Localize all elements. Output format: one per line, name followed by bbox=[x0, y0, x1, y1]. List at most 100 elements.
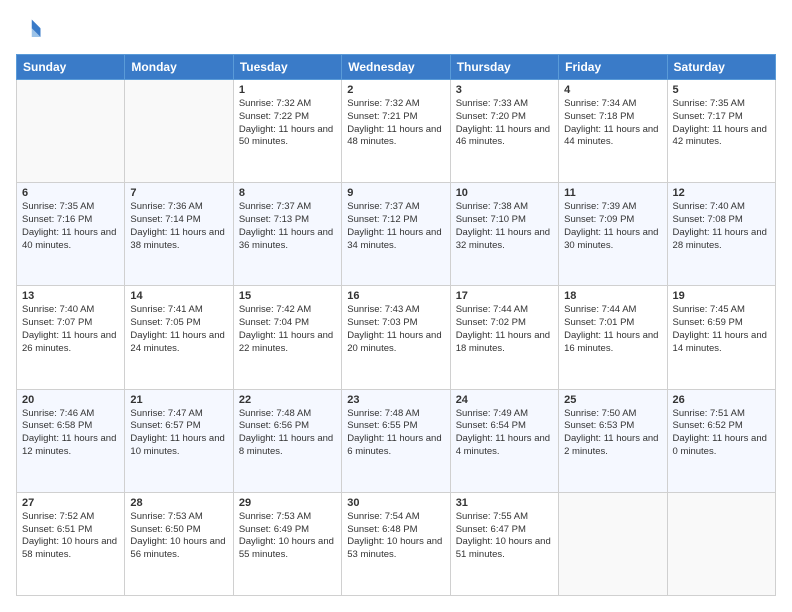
day-info: Sunrise: 7:50 AM Sunset: 6:53 PM Dayligh… bbox=[564, 408, 661, 459]
weekday-header-friday: Friday bbox=[559, 55, 667, 80]
calendar-cell bbox=[667, 492, 775, 595]
header bbox=[16, 16, 776, 44]
day-number: 1 bbox=[239, 84, 336, 96]
calendar-week-4: 20 Sunrise: 7:46 AM Sunset: 6:58 PM Dayli… bbox=[17, 389, 776, 492]
calendar-cell: 26Sunrise: 7:51 AM Sunset: 6:52 PM Dayli… bbox=[667, 389, 775, 492]
calendar-week-5: 27 Sunrise: 7:52 AM Sunset: 6:51 PM Dayli… bbox=[17, 492, 776, 595]
day-number: 8 bbox=[239, 187, 336, 199]
logo-icon bbox=[16, 16, 44, 44]
calendar-cell: 17 Sunrise: 7:44 AM Sunset: 7:02 PM Dayli… bbox=[450, 286, 558, 389]
weekday-header-monday: Monday bbox=[125, 55, 233, 80]
calendar-cell: 4 Sunrise: 7:34 AM Sunset: 7:18 PM Daylig… bbox=[559, 80, 667, 183]
day-info: Sunrise: 7:41 AM Sunset: 7:05 PM Dayligh… bbox=[130, 304, 227, 355]
calendar-cell bbox=[559, 492, 667, 595]
day-info: Sunrise: 7:44 AM Sunset: 7:02 PM Dayligh… bbox=[456, 304, 553, 355]
calendar-cell: 19 Sunrise: 7:45 AM Sunset: 6:59 PM Dayli… bbox=[667, 286, 775, 389]
day-number: 20 bbox=[22, 394, 119, 406]
calendar-page: SundayMondayTuesdayWednesdayThursdayFrid… bbox=[0, 0, 792, 612]
calendar-cell: 12 Sunrise: 7:40 AM Sunset: 7:08 PM Dayli… bbox=[667, 183, 775, 286]
calendar-cell: 25Sunrise: 7:50 AM Sunset: 6:53 PM Dayli… bbox=[559, 389, 667, 492]
calendar-cell: 27 Sunrise: 7:52 AM Sunset: 6:51 PM Dayli… bbox=[17, 492, 125, 595]
calendar-cell: 6 Sunrise: 7:35 AM Sunset: 7:16 PM Daylig… bbox=[17, 183, 125, 286]
day-info: Sunrise: 7:37 AM Sunset: 7:13 PM Dayligh… bbox=[239, 201, 336, 252]
day-number: 3 bbox=[456, 84, 553, 96]
weekday-header-saturday: Saturday bbox=[667, 55, 775, 80]
day-info: Sunrise: 7:46 AM Sunset: 6:58 PM Dayligh… bbox=[22, 408, 119, 459]
day-number: 28 bbox=[130, 497, 227, 509]
calendar-cell: 11Sunrise: 7:39 AM Sunset: 7:09 PM Dayli… bbox=[559, 183, 667, 286]
day-number: 4 bbox=[564, 84, 661, 96]
calendar-week-1: 1 Sunrise: 7:32 AM Sunset: 7:22 PM Daylig… bbox=[17, 80, 776, 183]
calendar-cell: 24 Sunrise: 7:49 AM Sunset: 6:54 PM Dayli… bbox=[450, 389, 558, 492]
calendar-table: SundayMondayTuesdayWednesdayThursdayFrid… bbox=[16, 54, 776, 596]
day-number: 10 bbox=[456, 187, 553, 199]
calendar-cell bbox=[17, 80, 125, 183]
day-number: 22 bbox=[239, 394, 336, 406]
day-info: Sunrise: 7:35 AM Sunset: 7:16 PM Dayligh… bbox=[22, 201, 119, 252]
day-info: Sunrise: 7:47 AM Sunset: 6:57 PM Dayligh… bbox=[130, 408, 227, 459]
day-number: 5 bbox=[673, 84, 770, 96]
calendar-cell: 20 Sunrise: 7:46 AM Sunset: 6:58 PM Dayli… bbox=[17, 389, 125, 492]
day-info: Sunrise: 7:32 AM Sunset: 7:22 PM Dayligh… bbox=[239, 98, 336, 149]
day-number: 23 bbox=[347, 394, 444, 406]
day-number: 2 bbox=[347, 84, 444, 96]
day-number: 26 bbox=[673, 394, 770, 406]
day-info: Sunrise: 7:52 AM Sunset: 6:51 PM Dayligh… bbox=[22, 511, 119, 562]
day-info: Sunrise: 7:34 AM Sunset: 7:18 PM Dayligh… bbox=[564, 98, 661, 149]
day-info: Sunrise: 7:42 AM Sunset: 7:04 PM Dayligh… bbox=[239, 304, 336, 355]
day-number: 19 bbox=[673, 290, 770, 302]
day-number: 18 bbox=[564, 290, 661, 302]
calendar-cell: 7Sunrise: 7:36 AM Sunset: 7:14 PM Daylig… bbox=[125, 183, 233, 286]
day-number: 14 bbox=[130, 290, 227, 302]
day-number: 21 bbox=[130, 394, 227, 406]
weekday-header-thursday: Thursday bbox=[450, 55, 558, 80]
day-info: Sunrise: 7:32 AM Sunset: 7:21 PM Dayligh… bbox=[347, 98, 444, 149]
calendar-cell: 1 Sunrise: 7:32 AM Sunset: 7:22 PM Daylig… bbox=[233, 80, 341, 183]
day-number: 24 bbox=[456, 394, 553, 406]
calendar-cell: 14 Sunrise: 7:41 AM Sunset: 7:05 PM Dayli… bbox=[125, 286, 233, 389]
day-info: Sunrise: 7:38 AM Sunset: 7:10 PM Dayligh… bbox=[456, 201, 553, 252]
day-number: 6 bbox=[22, 187, 119, 199]
day-info: Sunrise: 7:55 AM Sunset: 6:47 PM Dayligh… bbox=[456, 511, 553, 562]
day-number: 17 bbox=[456, 290, 553, 302]
calendar-cell: 9 Sunrise: 7:37 AM Sunset: 7:12 PM Daylig… bbox=[342, 183, 450, 286]
calendar-cell: 10 Sunrise: 7:38 AM Sunset: 7:10 PM Dayli… bbox=[450, 183, 558, 286]
day-info: Sunrise: 7:49 AM Sunset: 6:54 PM Dayligh… bbox=[456, 408, 553, 459]
calendar-cell: 8 Sunrise: 7:37 AM Sunset: 7:13 PM Daylig… bbox=[233, 183, 341, 286]
day-info: Sunrise: 7:37 AM Sunset: 7:12 PM Dayligh… bbox=[347, 201, 444, 252]
weekday-header-tuesday: Tuesday bbox=[233, 55, 341, 80]
day-info: Sunrise: 7:44 AM Sunset: 7:01 PM Dayligh… bbox=[564, 304, 661, 355]
day-info: Sunrise: 7:40 AM Sunset: 7:08 PM Dayligh… bbox=[673, 201, 770, 252]
calendar-cell: 22 Sunrise: 7:48 AM Sunset: 6:56 PM Dayli… bbox=[233, 389, 341, 492]
calendar-cell: 29 Sunrise: 7:53 AM Sunset: 6:49 PM Dayli… bbox=[233, 492, 341, 595]
day-info: Sunrise: 7:48 AM Sunset: 6:55 PM Dayligh… bbox=[347, 408, 444, 459]
day-number: 12 bbox=[673, 187, 770, 199]
calendar-cell: 2 Sunrise: 7:32 AM Sunset: 7:21 PM Daylig… bbox=[342, 80, 450, 183]
day-number: 30 bbox=[347, 497, 444, 509]
day-info: Sunrise: 7:45 AM Sunset: 6:59 PM Dayligh… bbox=[673, 304, 770, 355]
calendar-week-2: 6 Sunrise: 7:35 AM Sunset: 7:16 PM Daylig… bbox=[17, 183, 776, 286]
calendar-cell: 3Sunrise: 7:33 AM Sunset: 7:20 PM Daylig… bbox=[450, 80, 558, 183]
calendar-cell: 13Sunrise: 7:40 AM Sunset: 7:07 PM Dayli… bbox=[17, 286, 125, 389]
day-number: 13 bbox=[22, 290, 119, 302]
calendar-cell: 21 Sunrise: 7:47 AM Sunset: 6:57 PM Dayli… bbox=[125, 389, 233, 492]
day-info: Sunrise: 7:39 AM Sunset: 7:09 PM Dayligh… bbox=[564, 201, 661, 252]
calendar-cell: 23 Sunrise: 7:48 AM Sunset: 6:55 PM Dayli… bbox=[342, 389, 450, 492]
day-number: 7 bbox=[130, 187, 227, 199]
calendar-cell: 31Sunrise: 7:55 AM Sunset: 6:47 PM Dayli… bbox=[450, 492, 558, 595]
day-number: 27 bbox=[22, 497, 119, 509]
weekday-header-sunday: Sunday bbox=[17, 55, 125, 80]
day-info: Sunrise: 7:43 AM Sunset: 7:03 PM Dayligh… bbox=[347, 304, 444, 355]
day-number: 29 bbox=[239, 497, 336, 509]
logo bbox=[16, 16, 48, 44]
calendar-cell: 15Sunrise: 7:42 AM Sunset: 7:04 PM Dayli… bbox=[233, 286, 341, 389]
day-info: Sunrise: 7:48 AM Sunset: 6:56 PM Dayligh… bbox=[239, 408, 336, 459]
weekday-header-row: SundayMondayTuesdayWednesdayThursdayFrid… bbox=[17, 55, 776, 80]
calendar-week-3: 13Sunrise: 7:40 AM Sunset: 7:07 PM Dayli… bbox=[17, 286, 776, 389]
calendar-cell bbox=[125, 80, 233, 183]
calendar-cell: 18 Sunrise: 7:44 AM Sunset: 7:01 PM Dayli… bbox=[559, 286, 667, 389]
day-info: Sunrise: 7:35 AM Sunset: 7:17 PM Dayligh… bbox=[673, 98, 770, 149]
day-number: 9 bbox=[347, 187, 444, 199]
day-info: Sunrise: 7:53 AM Sunset: 6:50 PM Dayligh… bbox=[130, 511, 227, 562]
day-info: Sunrise: 7:53 AM Sunset: 6:49 PM Dayligh… bbox=[239, 511, 336, 562]
